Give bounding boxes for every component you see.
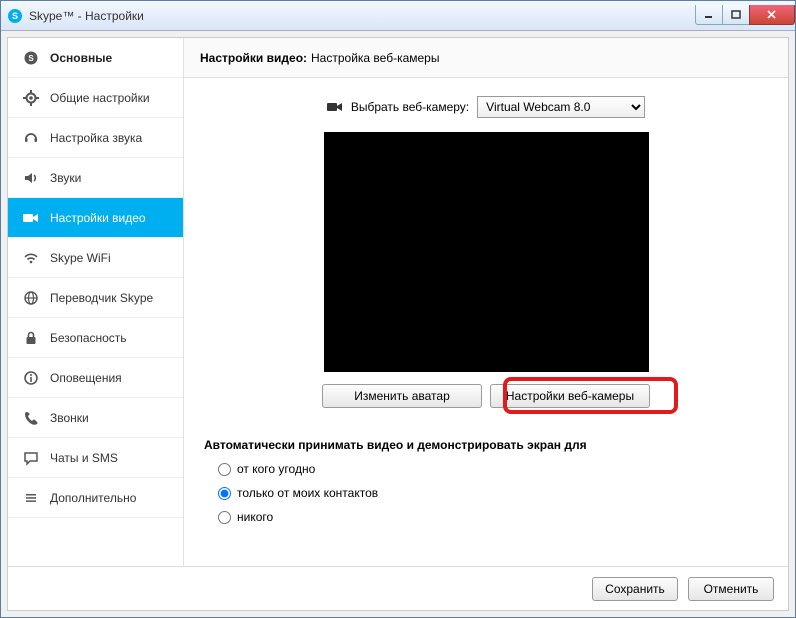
- sidebar-item-label: Skype WiFi: [50, 251, 111, 265]
- auto-accept-options: от кого угодно только от моих контактов ни…: [204, 462, 768, 524]
- sidebar-item-globe[interactable]: Переводчик Skype: [8, 278, 183, 318]
- sidebar-item-dots[interactable]: Дополнительно: [8, 478, 183, 518]
- phone-icon: [20, 410, 42, 426]
- camera-icon: [20, 210, 42, 226]
- sidebar-item-label: Основные: [50, 51, 112, 65]
- sidebar-item-label: Звуки: [50, 171, 81, 185]
- change-avatar-button[interactable]: Изменить аватар: [322, 384, 482, 408]
- sidebar-item-label: Безопасность: [50, 331, 127, 345]
- radio-label: только от моих контактов: [237, 486, 378, 500]
- preview-buttons-row: Изменить аватар Настройки веб-камеры: [204, 384, 768, 408]
- sidebar-item-chat[interactable]: Чаты и SMS: [8, 438, 183, 478]
- dialog-footer: Сохранить Отменить: [8, 566, 788, 610]
- header-section: Настройки видео:: [200, 51, 307, 65]
- skype-icon: S: [7, 8, 23, 24]
- sidebar-item-label: Общие настройки: [50, 91, 150, 105]
- gear-icon: [20, 90, 42, 106]
- auto-accept-option[interactable]: только от моих контактов: [218, 486, 768, 500]
- maximize-button[interactable]: [722, 5, 750, 25]
- settings-window: S Skype™ - Настройки S Основные Общие наст…: [0, 0, 796, 618]
- svg-text:S: S: [28, 54, 34, 63]
- radio-input[interactable]: [218, 463, 231, 476]
- close-button[interactable]: [749, 5, 795, 25]
- webcam-select[interactable]: Virtual Webcam 8.0: [477, 96, 645, 118]
- sidebar: S Основные Общие настройки Настройка звука З…: [8, 38, 184, 566]
- content-frame: S Основные Общие настройки Настройка звука З…: [7, 37, 789, 611]
- auto-accept-option[interactable]: от кого угодно: [218, 462, 768, 476]
- speaker-icon: [20, 170, 42, 186]
- info-icon: [20, 370, 42, 386]
- sidebar-item-skype[interactable]: S Основные: [8, 38, 183, 78]
- sidebar-item-label: Переводчик Skype: [50, 291, 153, 305]
- sidebar-item-label: Звонки: [50, 411, 89, 425]
- sidebar-item-label: Дополнительно: [50, 491, 136, 505]
- cancel-button[interactable]: Отменить: [688, 577, 774, 601]
- sidebar-item-headset[interactable]: Настройка звука: [8, 118, 183, 158]
- sidebar-item-gear[interactable]: Общие настройки: [8, 78, 183, 118]
- save-button[interactable]: Сохранить: [592, 577, 678, 601]
- webcam-select-row: Выбрать веб-камеру: Virtual Webcam 8.0: [204, 96, 768, 118]
- lock-icon: [20, 330, 42, 346]
- sidebar-item-phone[interactable]: Звонки: [8, 398, 183, 438]
- radio-label: от кого угодно: [237, 462, 315, 476]
- window-title: Skype™ - Настройки: [29, 9, 696, 23]
- dots-icon: [20, 490, 42, 506]
- radio-label: никого: [237, 510, 273, 524]
- camera-icon: [327, 101, 343, 113]
- panel-content: Выбрать веб-камеру: Virtual Webcam 8.0 И…: [184, 78, 788, 566]
- sidebar-item-speaker[interactable]: Звуки: [8, 158, 183, 198]
- webcam-settings-button[interactable]: Настройки веб-камеры: [490, 384, 650, 408]
- radio-input[interactable]: [218, 511, 231, 524]
- sidebar-item-label: Чаты и SMS: [50, 451, 118, 465]
- main-panel: Настройки видео: Настройка веб-камеры Вы…: [184, 38, 788, 566]
- titlebar[interactable]: S Skype™ - Настройки: [1, 1, 795, 31]
- wifi-icon: [20, 250, 42, 266]
- globe-icon: [20, 290, 42, 306]
- sidebar-item-lock[interactable]: Безопасность: [8, 318, 183, 358]
- sidebar-item-label: Оповещения: [50, 371, 122, 385]
- auto-accept-option[interactable]: никого: [218, 510, 768, 524]
- webcam-preview: [324, 132, 649, 372]
- radio-input[interactable]: [218, 487, 231, 500]
- sidebar-item-info[interactable]: Оповещения: [8, 358, 183, 398]
- svg-text:S: S: [12, 11, 18, 21]
- headset-icon: [20, 130, 42, 146]
- chat-icon: [20, 450, 42, 466]
- minimize-button[interactable]: [695, 5, 723, 25]
- sidebar-item-wifi[interactable]: Skype WiFi: [8, 238, 183, 278]
- header-subtitle: Настройка веб-камеры: [311, 51, 439, 65]
- auto-accept-title: Автоматически принимать видео и демонстр…: [204, 438, 768, 452]
- webcam-select-label: Выбрать веб-камеру:: [351, 100, 469, 114]
- sidebar-item-label: Настройки видео: [50, 211, 146, 225]
- sidebar-item-label: Настройка звука: [50, 131, 142, 145]
- sidebar-item-camera[interactable]: Настройки видео: [8, 198, 183, 238]
- panel-header: Настройки видео: Настройка веб-камеры: [184, 38, 788, 78]
- window-controls: [696, 5, 795, 25]
- skype-icon: S: [20, 50, 42, 66]
